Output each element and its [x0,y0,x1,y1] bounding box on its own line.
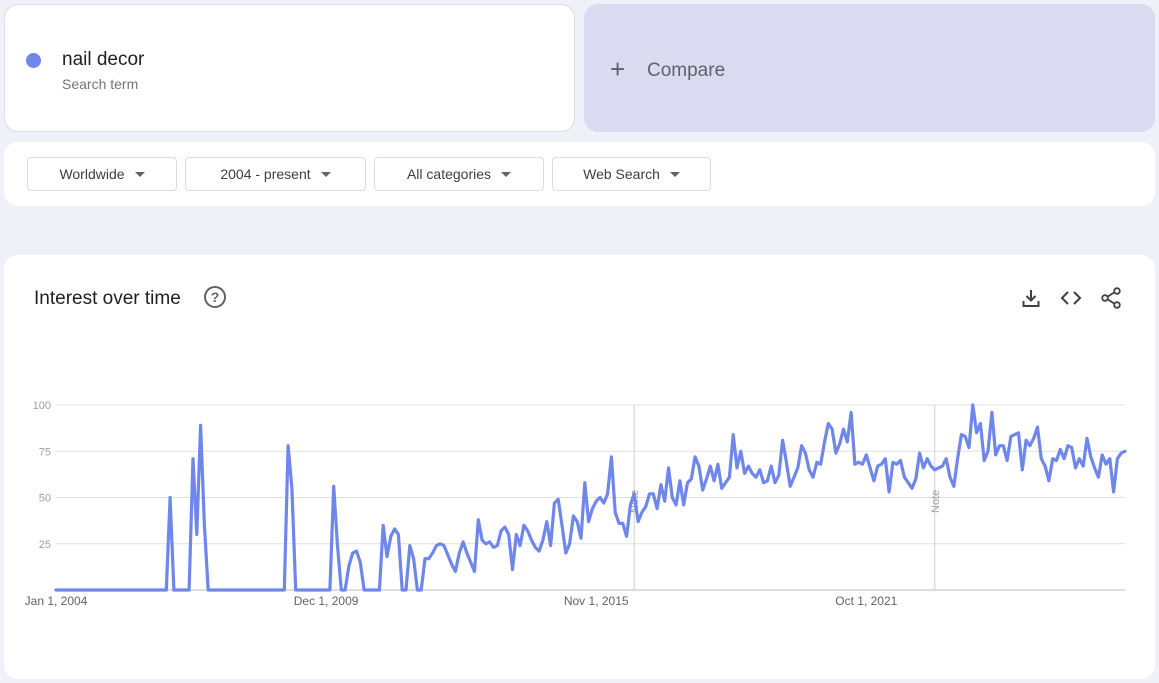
category-filter-dropdown[interactable]: All categories [374,157,544,191]
note-label: Note [930,490,942,513]
caret-down-icon [320,171,331,177]
category-filter-label: All categories [406,166,492,182]
y-tick-label: 25 [39,539,51,551]
caret-down-icon [134,171,145,177]
search-term-name[interactable]: nail decor [62,49,144,71]
search-term-card[interactable]: nail decor Search term [4,4,575,132]
x-tick-label: Dec 1, 2009 [294,594,359,608]
time-range-filter-label: 2004 - present [220,166,311,182]
time-range-filter-dropdown[interactable]: 2004 - present [185,157,366,191]
x-tick-label: Nov 1, 2015 [564,594,629,608]
interest-over-time-card: Interest over time ? 100 75 50 25 Jan 1, 20… [4,255,1155,679]
compare-button[interactable]: + Compare [584,4,1155,132]
y-tick-label: 50 [39,493,51,505]
y-axis-ticks: 100 75 50 25 [33,400,51,551]
x-axis-ticks: Jan 1, 2004 Dec 1, 2009 Nov 1, 2015 Oct 1, … [25,594,898,608]
region-filter-label: Worldwide [59,166,125,182]
x-tick-label: Oct 1, 2021 [835,594,897,608]
region-filter-dropdown[interactable]: Worldwide [27,157,177,191]
caret-down-icon [669,171,680,177]
y-tick-label: 75 [39,446,51,458]
line-chart: 100 75 50 25 Jan 1, 2004 Dec 1, 2009 Nov 1, 2… [25,400,1127,608]
search-type-filter-dropdown[interactable]: Web Search [552,157,711,191]
compare-label: Compare [647,60,726,81]
filter-bar: Worldwide 2004 - present All categories … [4,142,1155,206]
gridlines [56,404,1125,591]
caret-down-icon [501,171,512,177]
search-term-subtitle: Search term [62,76,139,92]
search-type-filter-label: Web Search [583,166,660,182]
series-color-dot [26,53,41,68]
y-tick-label: 100 [33,400,51,412]
x-tick-label: Jan 1, 2004 [25,594,88,608]
plus-icon: + [610,54,626,84]
